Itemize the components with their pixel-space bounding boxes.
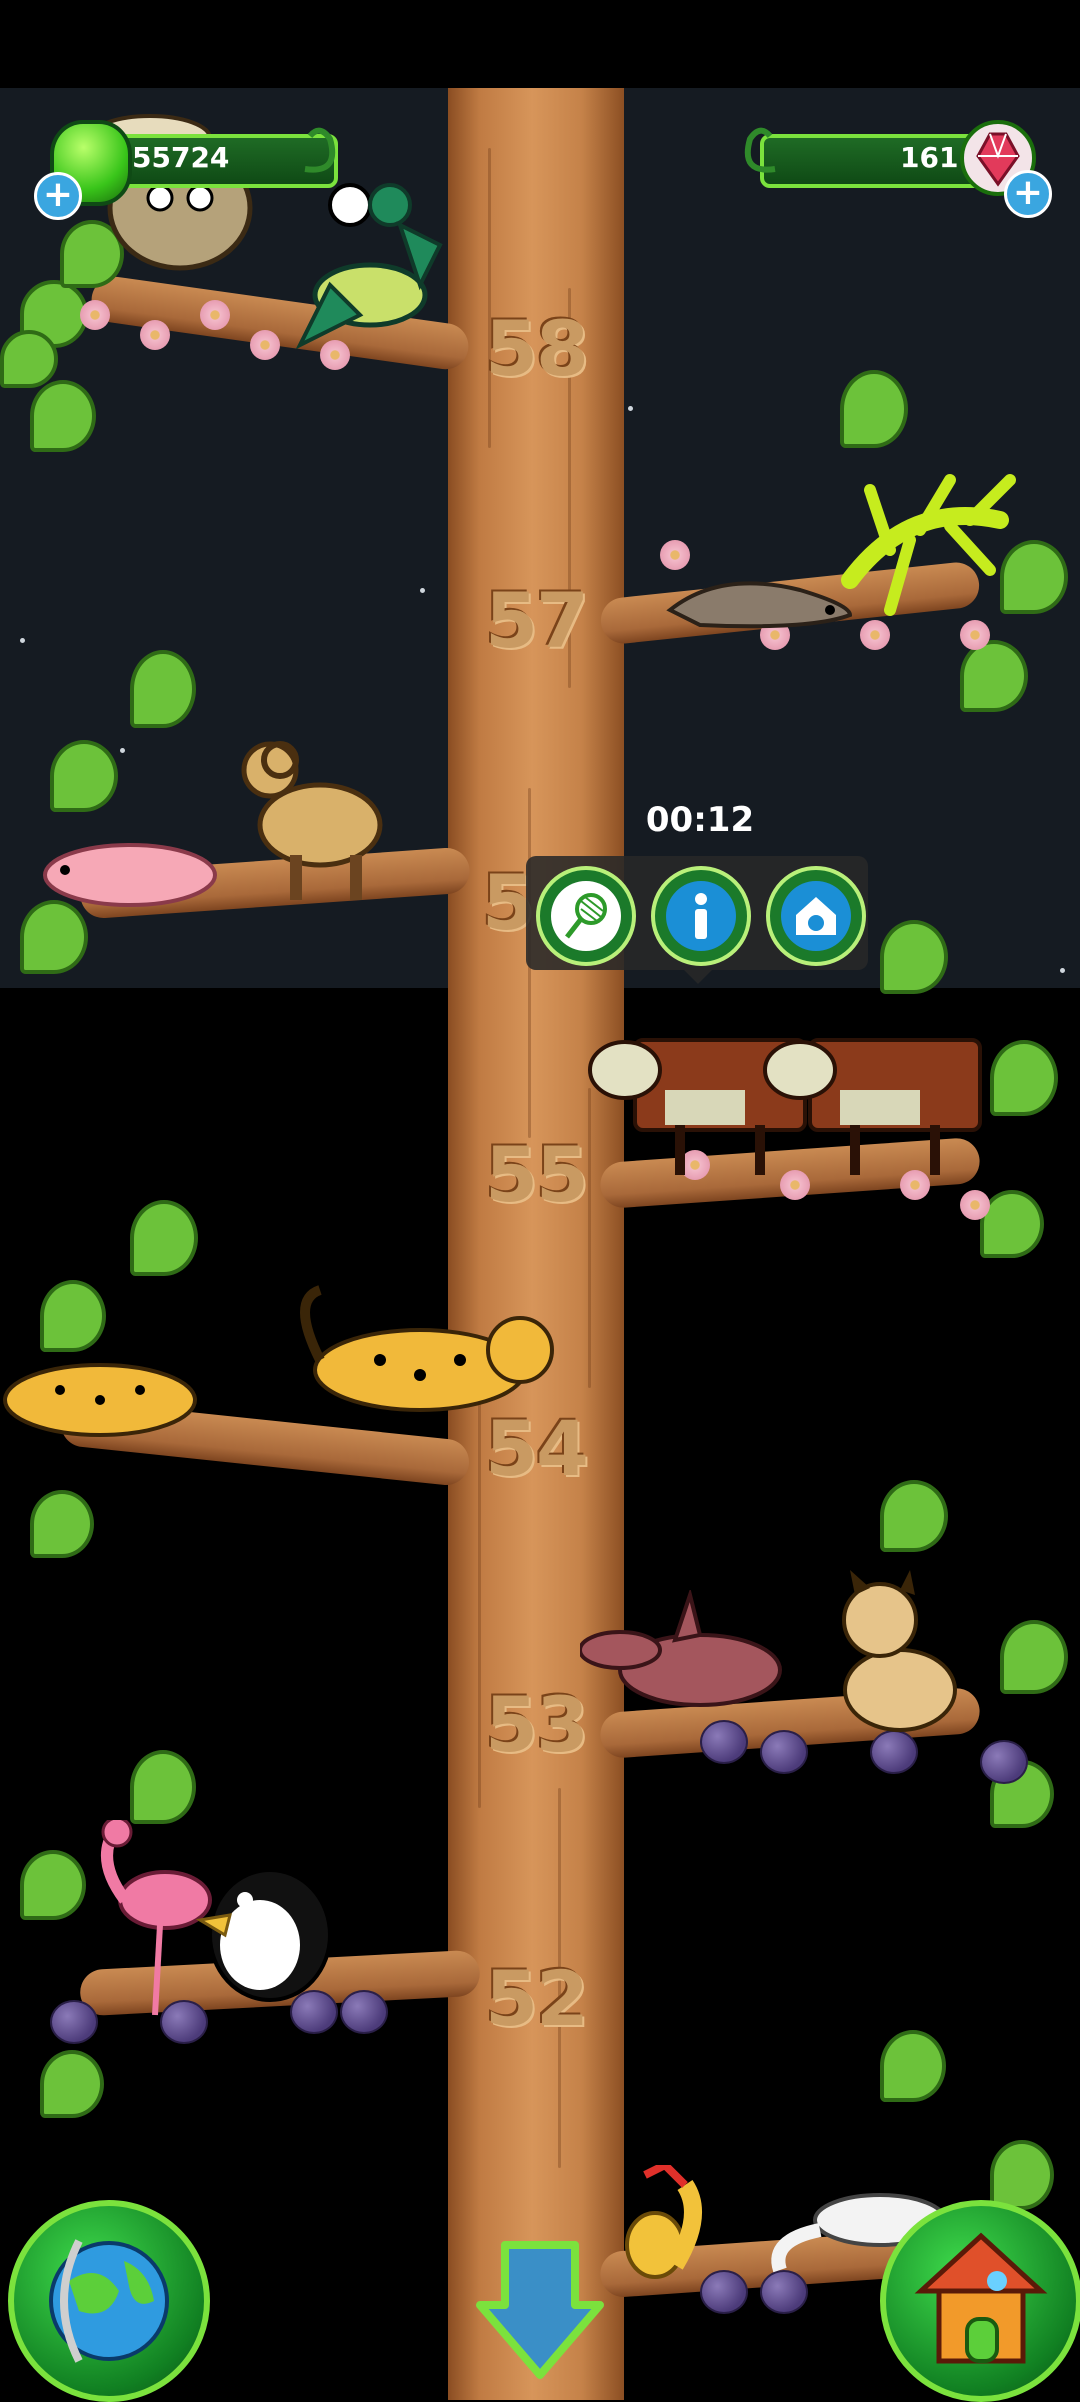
timer-label: 00:12 (645, 800, 755, 840)
gems-value: 161 (900, 141, 959, 174)
mantis-animal[interactable] (290, 165, 460, 355)
home-button[interactable] (880, 2200, 1080, 2402)
cow-animal-2[interactable] (760, 1030, 990, 1180)
tree-trunk (448, 88, 624, 2400)
level-number-58: 58 (485, 304, 589, 393)
cheetah-animal-2[interactable] (290, 1280, 560, 1450)
add-gems-plus-icon[interactable]: + (1004, 170, 1052, 218)
world-map-button[interactable] (8, 2200, 210, 2402)
house-icon (914, 2232, 1048, 2364)
globe-icon (49, 2239, 169, 2363)
naked-mole-rat-animal[interactable] (30, 825, 230, 915)
penguin-animal[interactable] (190, 1845, 340, 2005)
down-arrow-icon (476, 2241, 604, 2379)
vine-decoration-icon (304, 127, 336, 173)
net-icon (565, 893, 607, 939)
squirrel-animal[interactable] (615, 2165, 705, 2285)
level-number-57: 57 (485, 576, 589, 665)
level-number-52: 52 (485, 1954, 589, 2043)
popup-pointer (684, 970, 712, 984)
aardvark-animal[interactable] (580, 1590, 800, 1730)
pet-house-button[interactable] (766, 866, 866, 966)
info-button[interactable] (651, 866, 751, 966)
catch-net-button[interactable] (536, 866, 636, 966)
leafy-seadragon-animal[interactable] (830, 460, 1030, 630)
vine-decoration-icon (744, 127, 776, 173)
cheetah-animal-1[interactable] (0, 1330, 200, 1460)
add-coins-plus-icon[interactable]: + (34, 172, 82, 220)
pet-house-icon (796, 897, 836, 935)
status-bar (0, 0, 1080, 88)
coins-value: 55724 (132, 141, 230, 174)
scroll-down-button[interactable] (470, 2235, 610, 2385)
lynx-animal[interactable] (820, 1570, 980, 1740)
info-icon (695, 893, 707, 939)
branch-action-popup (526, 856, 868, 984)
camel-ram-animal[interactable] (220, 730, 400, 910)
